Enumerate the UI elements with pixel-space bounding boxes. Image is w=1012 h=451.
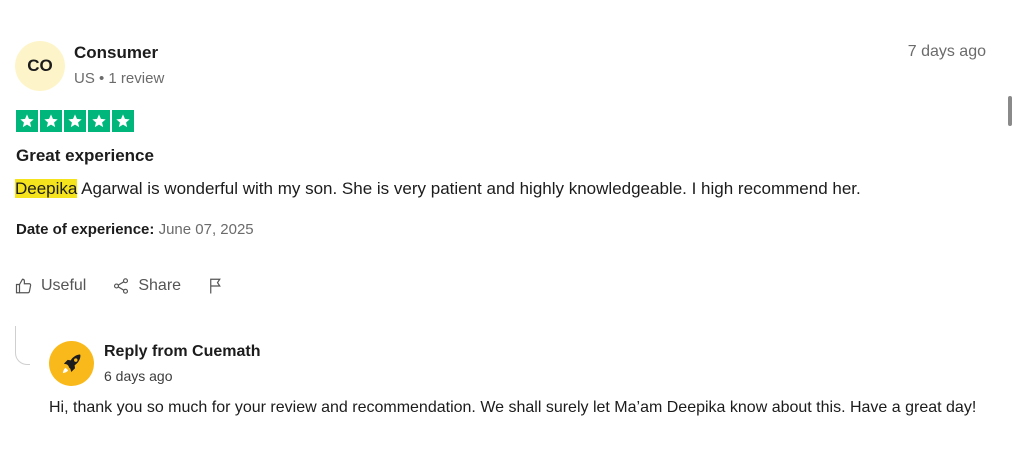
rocket-icon — [62, 353, 80, 373]
report-button[interactable] — [207, 277, 225, 295]
star-rating — [16, 110, 134, 132]
useful-label: Useful — [41, 277, 87, 294]
review-actions: Useful Share — [15, 277, 251, 295]
star-icon — [16, 110, 38, 132]
review-date: 7 days ago — [907, 43, 986, 60]
search-highlight: Deepika — [15, 179, 78, 198]
thumbs-up-icon — [15, 278, 32, 294]
useful-button[interactable]: Useful — [15, 277, 86, 295]
star-icon — [64, 110, 86, 132]
date-of-experience: Date of experience: June 07, 2025 — [16, 221, 254, 238]
share-label: Share — [138, 277, 182, 294]
reply-connector — [15, 326, 30, 365]
share-button[interactable]: Share — [112, 277, 181, 295]
reviewer-meta: US • 1 review — [74, 70, 165, 87]
experience-label: Date of experience: — [16, 221, 155, 238]
review-body-text: Agarwal is wonderful with my son. She is… — [77, 179, 861, 198]
reply-author: Reply from Cuemath — [104, 343, 261, 360]
company-logo — [49, 341, 94, 386]
flag-icon — [210, 278, 221, 294]
review-title[interactable]: Great experience — [16, 146, 154, 166]
review-body: Deepika Agarwal is wonderful with my son… — [15, 178, 861, 200]
reviewer-avatar[interactable]: CO — [15, 41, 65, 91]
experience-date: June 07, 2025 — [158, 221, 254, 238]
reply-text: Hi, thank you so much for your review an… — [49, 399, 977, 416]
reviewer-name[interactable]: Consumer — [74, 43, 158, 63]
reply-date: 6 days ago — [104, 368, 173, 384]
share-icon — [114, 278, 129, 294]
scrollbar-thumb[interactable] — [1008, 96, 1012, 126]
star-icon — [112, 110, 134, 132]
star-icon — [40, 110, 62, 132]
star-icon — [88, 110, 110, 132]
